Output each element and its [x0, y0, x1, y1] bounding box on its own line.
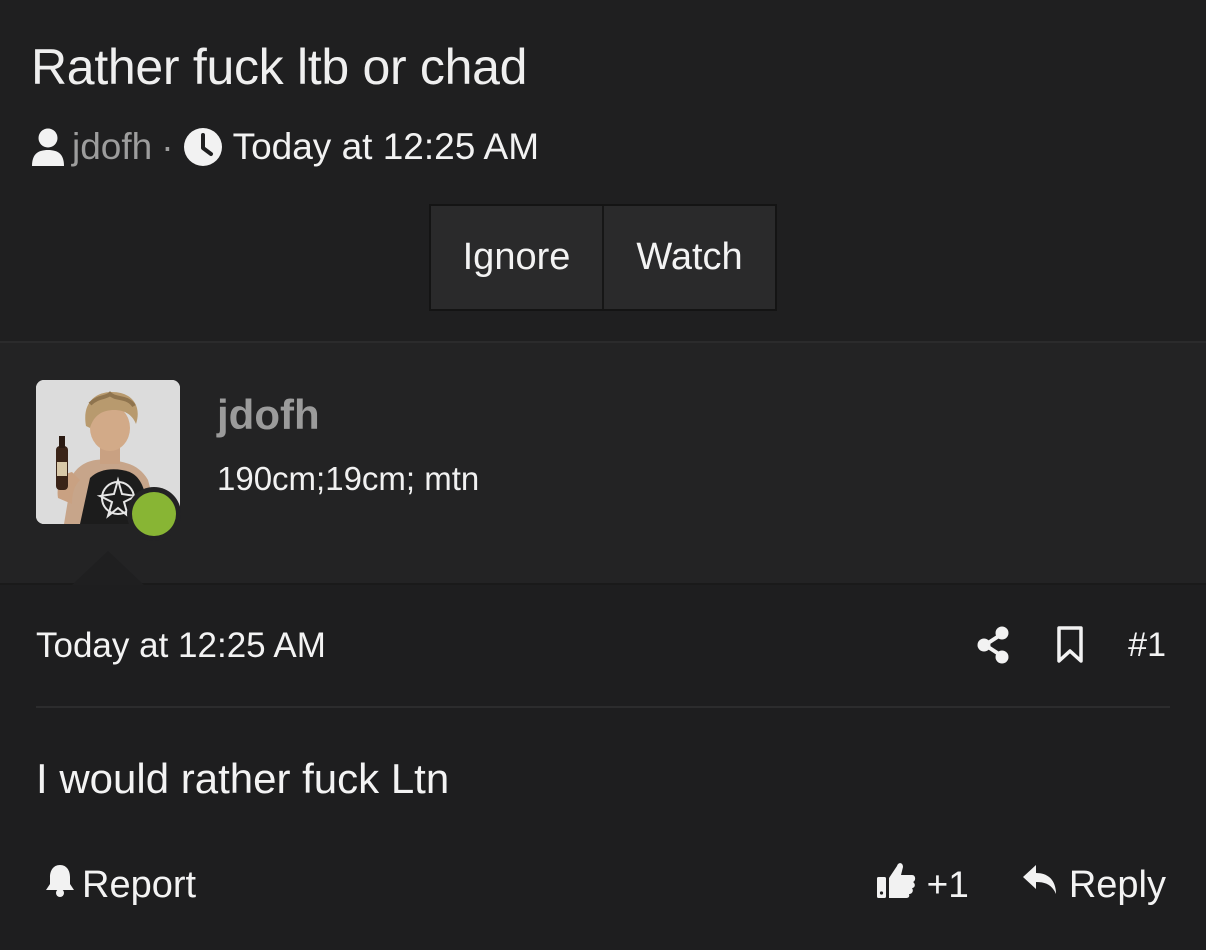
post-user-title: 190cm;19cm; mtn [217, 460, 480, 497]
report-label: Report [82, 863, 197, 906]
clock-icon [183, 127, 223, 167]
online-status-indicator [127, 487, 181, 541]
ignore-button[interactable]: Ignore [431, 206, 604, 309]
meta-separator: · [161, 126, 174, 167]
thread-date[interactable]: Today at 12:25 AM [233, 126, 539, 168]
user-block-divider [0, 583, 1206, 585]
bookmark-icon[interactable] [1056, 626, 1084, 664]
reply-icon [1021, 863, 1059, 907]
post-number-link[interactable]: #1 [1128, 626, 1166, 665]
report-button[interactable]: Report [44, 862, 196, 908]
thread-page: Rather fuck ltb or chad jdofh · Today at… [0, 0, 1206, 950]
post-user-name[interactable]: jdofh [217, 391, 320, 439]
thread-action-buttons: Ignore Watch [429, 204, 777, 311]
like-count: +1 [926, 864, 969, 905]
thread-title: Rather fuck ltb or chad [31, 39, 528, 95]
user-icon [30, 127, 66, 167]
post-header-divider [36, 706, 1170, 708]
thread-header: Rather fuck ltb or chad jdofh · Today at… [0, 0, 1206, 342]
watch-button[interactable]: Watch [604, 206, 775, 309]
post-user-block: jdofh 190cm;19cm; mtn [0, 343, 1206, 585]
reply-button[interactable]: Reply [1021, 863, 1166, 907]
thread-author-link[interactable]: jdofh [72, 126, 152, 168]
like-button[interactable]: +1 [875, 860, 969, 910]
thumbs-up-icon [875, 860, 917, 910]
post-body: I would rather fuck Ltn [36, 755, 450, 802]
post-date[interactable]: Today at 12:25 AM [36, 626, 326, 666]
post-actions: #1 [976, 620, 1166, 670]
user-block-pointer [72, 551, 144, 585]
reply-label: Reply [1068, 863, 1166, 906]
share-icon[interactable] [976, 626, 1010, 664]
thread-meta: jdofh · Today at 12:25 AM [30, 125, 539, 169]
bell-icon [44, 862, 76, 908]
post-footer-actions: +1 Reply [875, 862, 1166, 908]
